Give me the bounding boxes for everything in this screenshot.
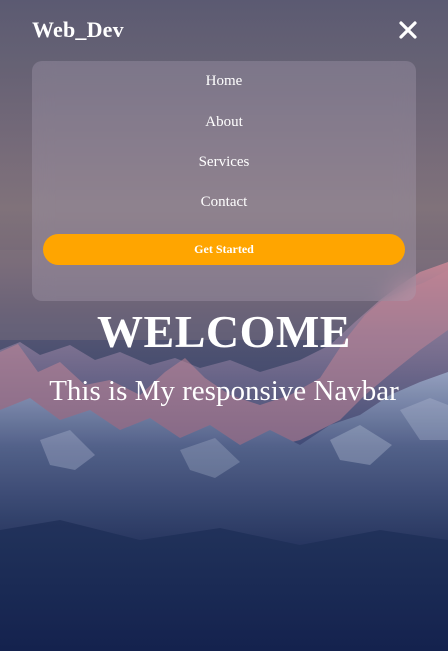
- logo[interactable]: Web_Dev: [32, 17, 124, 43]
- menu-item-about: About: [32, 112, 416, 132]
- hero-subtitle: This is My responsive Navbar: [49, 375, 399, 407]
- menu-item-services: Services: [32, 152, 416, 172]
- hero-section: WELCOME This is My responsive Navbar: [0, 304, 448, 409]
- dropdown-menu: Home About Services Contact Get Started: [32, 61, 416, 301]
- close-menu-button[interactable]: [396, 18, 420, 42]
- menu-link-services[interactable]: Services: [199, 154, 250, 170]
- menu-link-home[interactable]: Home: [206, 73, 243, 89]
- menu-link-about[interactable]: About: [205, 114, 243, 130]
- close-icon: [399, 21, 417, 39]
- navbar: Web_Dev: [0, 0, 448, 60]
- get-started-button[interactable]: Get Started: [43, 234, 405, 265]
- menu-link-contact[interactable]: Contact: [201, 194, 248, 210]
- menu-item-contact: Contact: [32, 192, 416, 212]
- hero-title: WELCOME: [97, 306, 351, 357]
- menu-item-home: Home: [32, 71, 416, 91]
